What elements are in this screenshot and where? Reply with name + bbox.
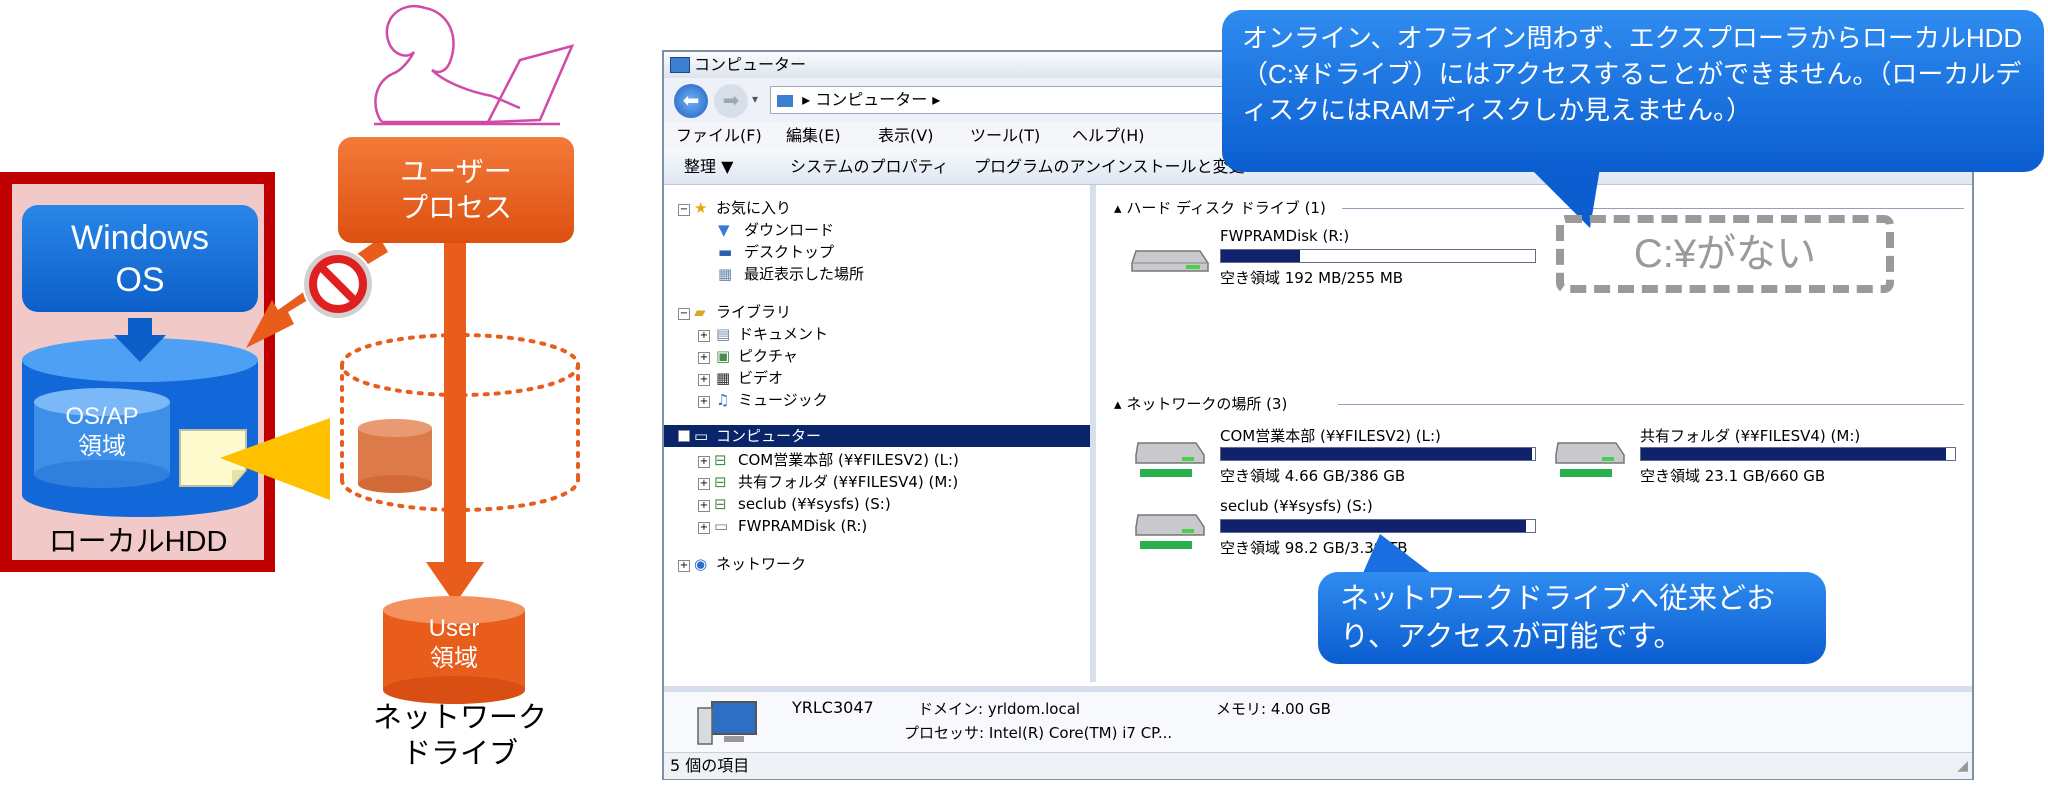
missing-c-drive-label: C:¥がない — [1633, 232, 1817, 276]
bottom-callout-text: ネットワークドライブへ従来どおり、アクセスが可能です。 — [1340, 583, 1776, 653]
missing-c-drive-box: C:¥がない — [1556, 215, 1894, 293]
top-callout: オンライン、オフライン問わず、エクスプローラからローカルHDD（C:¥ドライブ）… — [1222, 10, 2044, 172]
top-callout-text: オンライン、オフライン問わず、エクスプローラからローカルHDD（C:¥ドライブ）… — [1242, 23, 2023, 125]
bottom-callout: ネットワークドライブへ従来どおり、アクセスが可能です。 — [1318, 572, 1826, 664]
